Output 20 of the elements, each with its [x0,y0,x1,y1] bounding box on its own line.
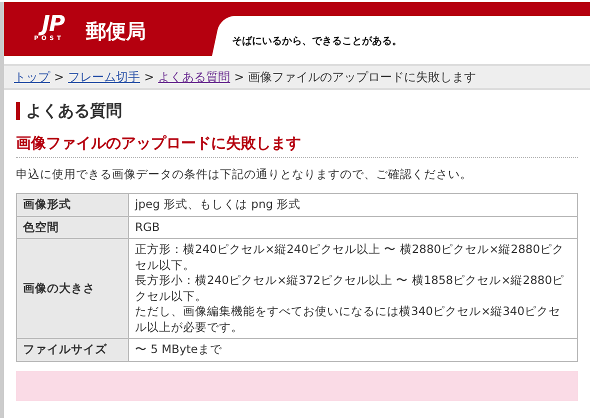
row-value: 〜 5 MByteまで [128,338,578,362]
breadcrumb-separator: > [144,70,154,84]
row-value: jpeg 形式、もしくは png 形式 [128,194,578,216]
row-label: 色空間 [16,216,128,239]
row-label: ファイルサイズ [16,338,128,362]
tagline: そばにいるから、できることがある。 [232,35,402,49]
section-heading: よくある質問 [16,102,590,120]
row-label: 画像形式 [16,194,128,216]
breadcrumb-link[interactable]: よくある質問 [158,70,230,84]
breadcrumb-separator: > [54,70,64,84]
site-name[interactable]: 郵便局 [86,16,146,46]
question-title: 画像ファイルのアップロードに失敗します [16,132,578,158]
breadcrumb-link[interactable]: フレーム切手 [68,70,140,84]
breadcrumb-current: 画像ファイルのアップロードに失敗します [248,70,476,84]
breadcrumb-separator: > [234,70,244,84]
row-label: 画像の大きさ [16,238,128,339]
row-value: 正方形：横240ピクセル×縦240ピクセル以上 〜 横2880ピクセル×縦2880ピクセル以下。 長方形小：横240ピクセル×縦372ピクセル以上 〜 横1858ピクセル×縦2880ピクセル以下。 ただし、画像編集機能をすべてお使いになるには横340ピクセル×縦340ピクセル以上が必要です。 [128,238,578,339]
intro-text: 申込に使用できる画像データの条件は下記の通りとなりますので、ご確認ください。 [16,166,473,184]
breadcrumb-link[interactable]: トップ [14,70,50,84]
row-value: RGB [128,216,578,239]
